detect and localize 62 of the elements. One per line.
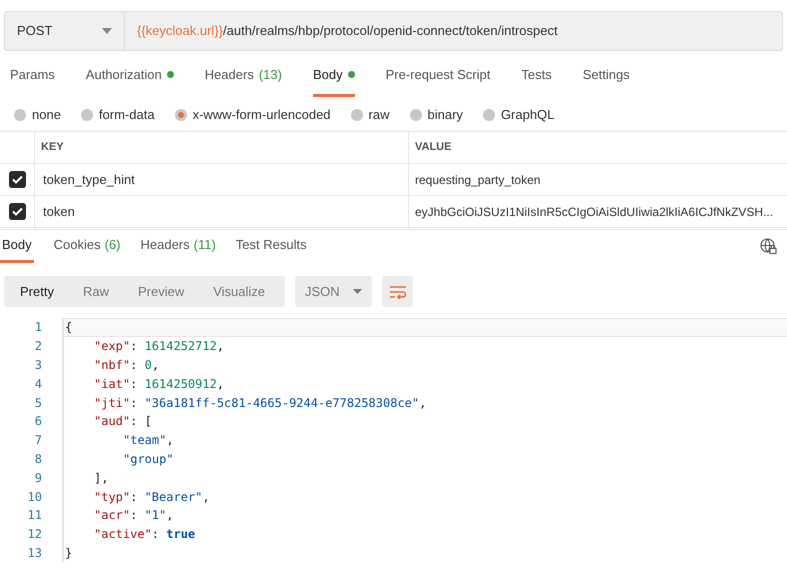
wrap-lines-icon bbox=[388, 284, 406, 298]
table-cell-text: token bbox=[43, 202, 75, 221]
line-number: 11 bbox=[26, 507, 42, 524]
line-number: 10 bbox=[26, 488, 42, 506]
code-line: "aud": [ bbox=[94, 413, 152, 430]
format-dropdown[interactable]: JSON bbox=[295, 276, 372, 307]
body-type-radio[interactable]: x-www-form-urlencoded bbox=[174, 105, 331, 125]
view-mode-tab[interactable]: Raw bbox=[82, 282, 109, 302]
line-number: 6 bbox=[34, 413, 42, 430]
body-type-radio[interactable]: none bbox=[14, 105, 61, 125]
request-tab[interactable]: Settings bbox=[582, 55, 630, 97]
body-type-radio[interactable]: form-data bbox=[80, 105, 155, 125]
code-line: "active": true bbox=[94, 526, 196, 544]
table-cell-text: requesting_party_token bbox=[415, 172, 540, 188]
code-line: "nbf": 0, bbox=[94, 356, 160, 374]
request-tab[interactable]: Pre-request Script bbox=[386, 55, 490, 97]
code-line: "exp": 1614252712, bbox=[94, 338, 224, 356]
code-line: ], bbox=[94, 470, 108, 487]
view-mode-tab[interactable]: Visualize bbox=[213, 282, 266, 302]
request-tab[interactable]: Headers (13) bbox=[204, 55, 282, 97]
column-header: KEY bbox=[41, 140, 64, 156]
body-type-radio[interactable]: GraphQL bbox=[482, 105, 554, 125]
line-number: 3 bbox=[34, 356, 42, 374]
line-number: 13 bbox=[26, 544, 42, 562]
code-line: { bbox=[65, 319, 72, 336]
line-number: 4 bbox=[34, 376, 42, 393]
view-mode-tab[interactable]: Pretty bbox=[20, 282, 54, 302]
row-checkbox[interactable] bbox=[8, 171, 26, 188]
wrap-lines-button[interactable] bbox=[382, 276, 413, 307]
line-number: 2 bbox=[34, 338, 42, 356]
code-line: "group" bbox=[123, 450, 174, 468]
body-type-radio[interactable]: raw bbox=[350, 105, 390, 125]
view-mode-tab[interactable]: Preview bbox=[138, 282, 184, 302]
response-tab[interactable]: Test Results bbox=[236, 230, 307, 263]
table-cell-text: token_type_hint bbox=[43, 170, 135, 189]
request-tab[interactable]: Body bbox=[312, 55, 355, 97]
request-tab[interactable]: Authorization bbox=[86, 55, 174, 97]
table-cell-text: eyJhbGciOiJSUzI1NiIsInR5cCIgOiAiSldUIiwia2lkIiA6ICJfNkZVSH... bbox=[415, 204, 774, 220]
line-number: 12 bbox=[26, 526, 42, 544]
line-number: 7 bbox=[34, 432, 42, 450]
column-header: VALUE bbox=[415, 140, 452, 156]
line-number: 5 bbox=[34, 394, 42, 412]
row-checkbox[interactable] bbox=[8, 203, 26, 220]
code-line: "typ": "Bearer", bbox=[94, 488, 210, 506]
code-line: "acr": "1", bbox=[94, 507, 174, 524]
code-line: "team", bbox=[123, 432, 174, 450]
line-number: 8 bbox=[34, 450, 42, 468]
line-number: 9 bbox=[34, 470, 42, 487]
caret-icon bbox=[353, 289, 362, 294]
request-tab[interactable]: Tests bbox=[521, 55, 552, 97]
body-type-radio[interactable]: binary bbox=[410, 105, 463, 125]
code-line: } bbox=[65, 544, 72, 562]
code-line: "iat": 1614250912, bbox=[94, 376, 224, 393]
check-icon bbox=[12, 175, 22, 184]
check-icon bbox=[12, 207, 22, 216]
response-tab[interactable]: Cookies (6) bbox=[54, 230, 120, 263]
response-tab[interactable]: Headers (11) bbox=[140, 230, 216, 263]
code-line: "jti": "36a181ff-5c81-4665-9244-e778258308ce", bbox=[94, 394, 426, 412]
response-tab[interactable]: Body bbox=[0, 230, 34, 263]
request-tab[interactable]: Params bbox=[10, 55, 55, 97]
line-number: 1 bbox=[34, 319, 42, 336]
globe-lock-icon[interactable] bbox=[760, 238, 777, 255]
